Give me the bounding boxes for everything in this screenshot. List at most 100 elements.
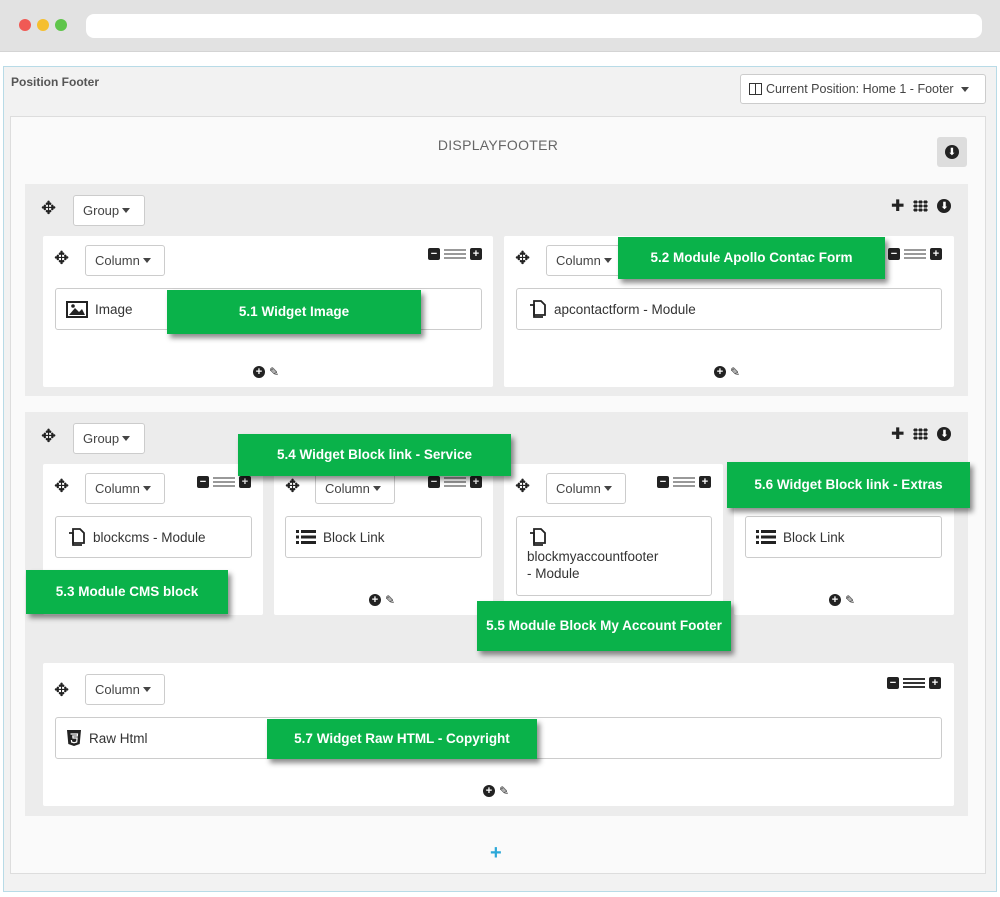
move-icon[interactable]: ✥	[41, 427, 56, 445]
plus-icon[interactable]: +	[470, 476, 482, 488]
pencil-icon[interactable]: ✎	[845, 593, 855, 607]
chevron-down-icon	[142, 258, 151, 263]
pencil-icon[interactable]: ✎	[385, 593, 395, 607]
chevron-down-icon	[122, 208, 131, 213]
column-width-controls: − +	[657, 476, 711, 488]
annotation-5-2: 5.2 Module Apollo Contac Form	[618, 237, 885, 279]
column-block-link-service: ✥ Column − + Block Link + ✎	[274, 464, 493, 615]
move-icon[interactable]: ✥	[285, 477, 300, 495]
pencil-icon[interactable]: ✎	[730, 365, 740, 379]
move-icon[interactable]: ✥	[54, 681, 69, 699]
download-icon[interactable]: ⬇	[937, 199, 952, 213]
html5-icon	[66, 729, 82, 747]
add-icon[interactable]: +	[483, 785, 495, 797]
copy-icon	[527, 299, 547, 319]
column-width-controls: − +	[428, 476, 482, 488]
plus-icon[interactable]: +	[239, 476, 251, 488]
width-icon	[673, 477, 695, 487]
width-icon	[903, 678, 925, 688]
plus-icon[interactable]: +	[929, 677, 941, 689]
column-add-edit: + ✎	[829, 593, 855, 607]
plus-icon[interactable]: +	[470, 248, 482, 260]
columns-icon	[749, 83, 762, 95]
column-select[interactable]: Column	[85, 674, 165, 705]
column-add-edit: + ✎	[483, 784, 509, 798]
current-position-label: Current Position: Home 1 - Footer	[766, 82, 954, 96]
minus-icon[interactable]: −	[197, 476, 209, 488]
minus-icon[interactable]: −	[888, 248, 900, 260]
plus-icon[interactable]: +	[699, 476, 711, 488]
group-controls: ✚ ⬇	[891, 196, 952, 216]
maximize-window-button[interactable]	[55, 19, 67, 31]
move-icon[interactable]: ✥	[54, 477, 69, 495]
move-icon[interactable]: ✥	[41, 199, 56, 217]
chevron-down-icon	[603, 258, 612, 263]
widget-blockcms[interactable]: blockcms - Module	[55, 516, 252, 558]
close-window-button[interactable]	[19, 19, 31, 31]
grid-icon[interactable]	[913, 428, 929, 440]
minus-icon[interactable]: −	[428, 248, 440, 260]
column-myaccount: ✥ Column − + blockmyaccountfooter - Modu…	[504, 464, 723, 615]
chevron-down-icon	[142, 687, 151, 692]
column-select[interactable]: Column	[546, 473, 626, 504]
annotation-5-5: 5.5 Module Block My Account Footer	[477, 601, 731, 651]
group-select[interactable]: Group	[73, 195, 145, 226]
width-icon	[444, 249, 466, 259]
hook-download-button[interactable]: ⬇	[937, 137, 967, 167]
column-add-edit: + ✎	[369, 593, 395, 607]
column-select[interactable]: Column	[546, 245, 626, 276]
current-position-dropdown[interactable]: Current Position: Home 1 - Footer	[740, 74, 986, 104]
column-width-controls: − +	[197, 476, 251, 488]
add-icon[interactable]: +	[369, 594, 381, 606]
group-select[interactable]: Group	[73, 423, 145, 454]
list-icon	[756, 529, 776, 545]
copy-icon	[66, 527, 86, 547]
column-add-edit: + ✎	[253, 365, 279, 379]
pencil-icon[interactable]: ✎	[269, 365, 279, 379]
widget-block-link[interactable]: Block Link	[285, 516, 482, 558]
move-icon[interactable]: ✥	[54, 249, 69, 267]
widget-apcontactform[interactable]: apcontactform - Module	[516, 288, 942, 330]
add-icon[interactable]: +	[714, 366, 726, 378]
plus-icon[interactable]: +	[930, 248, 942, 260]
width-icon	[444, 477, 466, 487]
move-icon[interactable]: ✥	[515, 249, 530, 267]
add-column-icon[interactable]: ✚	[891, 196, 904, 216]
width-icon	[904, 249, 926, 259]
hook-title: DISPLAYFOOTER	[437, 137, 559, 153]
column-width-controls: − +	[428, 248, 482, 260]
minus-icon[interactable]: −	[887, 677, 899, 689]
widget-blockmyaccountfooter[interactable]: blockmyaccountfooter - Module	[516, 516, 712, 596]
panel-title: Position Footer	[11, 75, 99, 89]
annotation-5-4: 5.4 Widget Block link - Service	[238, 434, 511, 476]
download-icon[interactable]: ⬇	[937, 427, 952, 441]
width-icon	[213, 477, 235, 487]
download-icon: ⬇	[945, 145, 959, 159]
widget-block-link[interactable]: Block Link	[745, 516, 942, 558]
add-group-button[interactable]: +	[490, 842, 502, 865]
minus-icon[interactable]: −	[428, 476, 440, 488]
chevron-down-icon	[122, 436, 131, 441]
browser-chrome	[0, 0, 1000, 52]
minimize-window-button[interactable]	[37, 19, 49, 31]
pencil-icon[interactable]: ✎	[499, 784, 509, 798]
add-icon[interactable]: +	[829, 594, 841, 606]
minus-icon[interactable]: −	[657, 476, 669, 488]
column-select[interactable]: Column	[85, 473, 165, 504]
column-width-controls: − +	[888, 248, 942, 260]
column-select[interactable]: Column	[85, 245, 165, 276]
add-icon[interactable]: +	[253, 366, 265, 378]
column-add-edit: + ✎	[714, 365, 740, 379]
annotation-5-6: 5.6 Widget Block link - Extras	[727, 462, 970, 508]
chevron-down-icon	[960, 86, 969, 92]
address-bar[interactable]	[86, 14, 982, 38]
column-select[interactable]: Column	[315, 473, 395, 504]
annotation-5-3: 5.3 Module CMS block	[26, 570, 228, 614]
column-width-controls: − +	[887, 677, 941, 689]
add-column-icon[interactable]: ✚	[891, 424, 904, 444]
grid-icon[interactable]	[913, 200, 929, 212]
copy-icon	[527, 527, 547, 547]
group-controls: ✚ ⬇	[891, 424, 952, 444]
annotation-5-1: 5.1 Widget Image	[167, 290, 421, 334]
move-icon[interactable]: ✥	[515, 477, 530, 495]
